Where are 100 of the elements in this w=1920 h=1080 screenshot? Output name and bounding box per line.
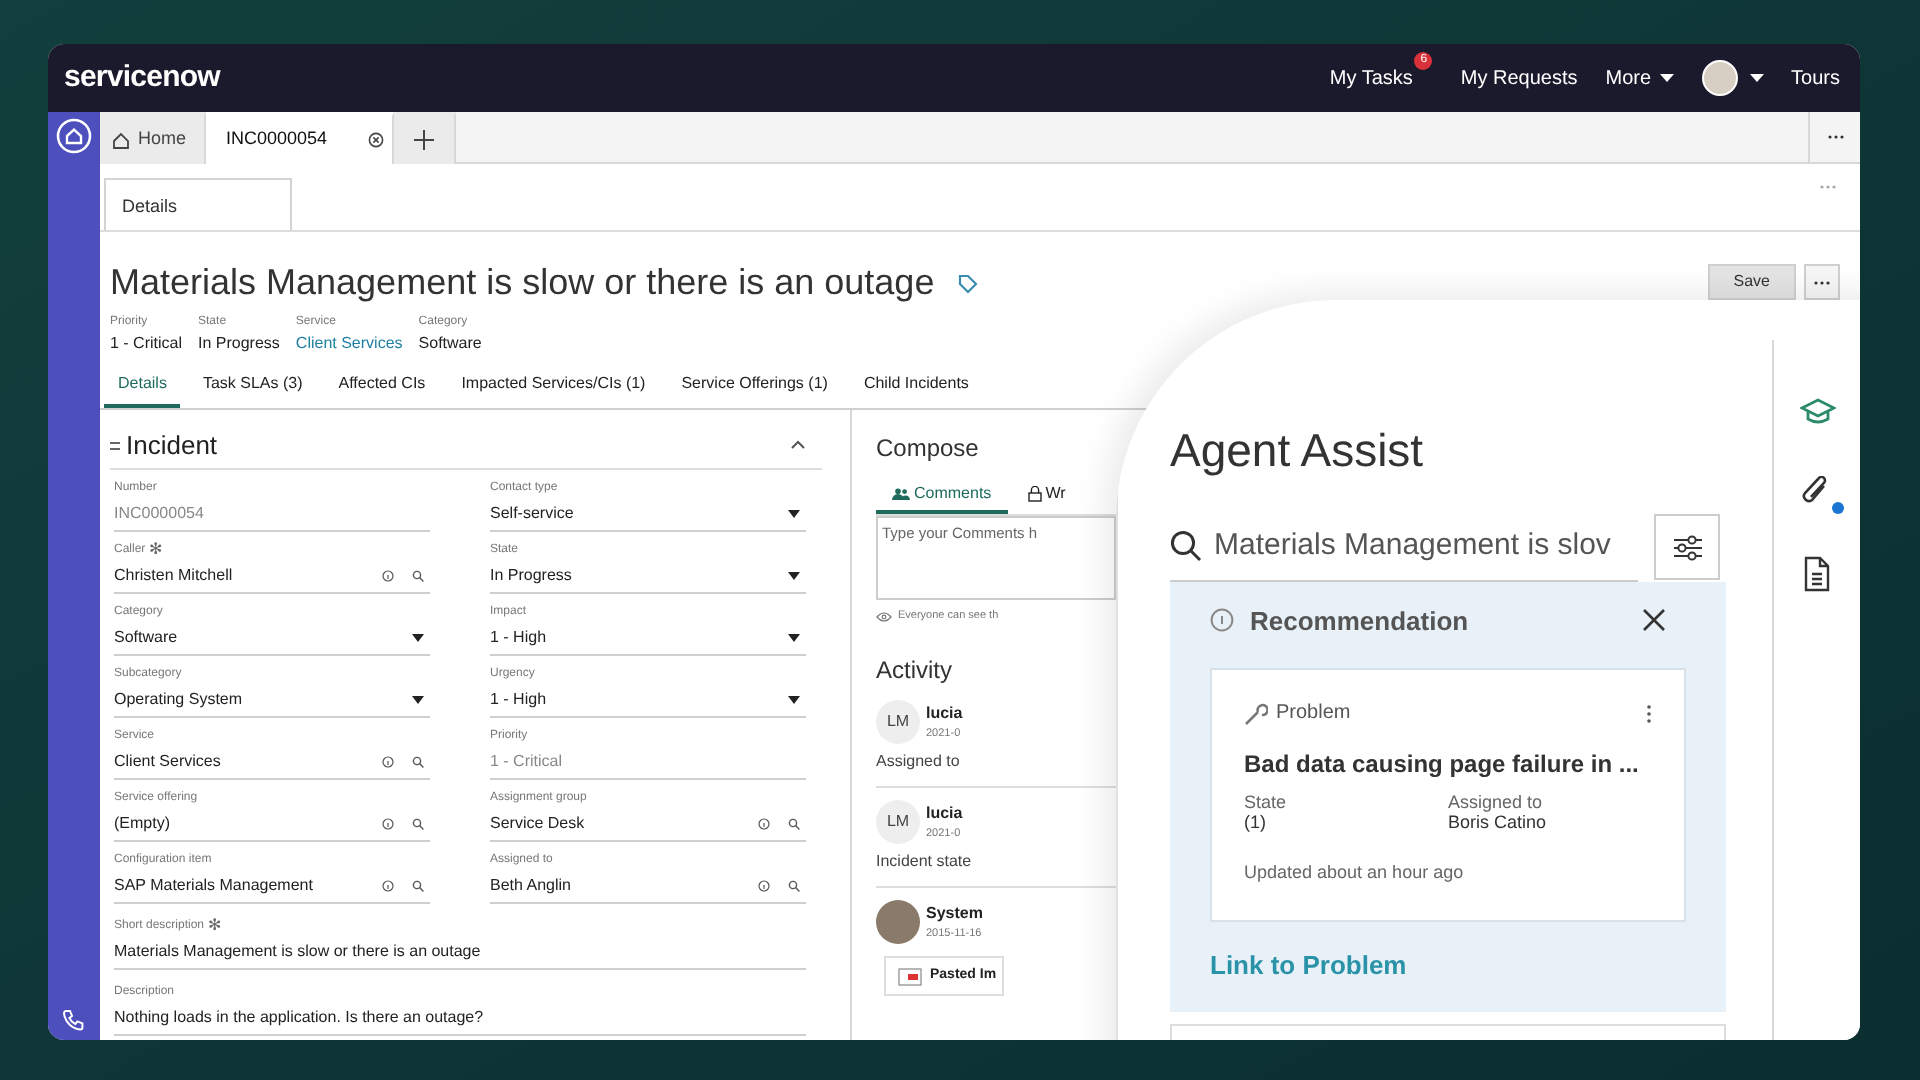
panel-title: Agent Assist bbox=[1170, 422, 1426, 480]
panel-title: Compose bbox=[876, 432, 981, 466]
input-field[interactable]: 1 - High bbox=[490, 621, 806, 655]
search-icon[interactable] bbox=[412, 569, 424, 581]
caret-icon bbox=[1659, 74, 1674, 82]
image-icon bbox=[898, 967, 922, 986]
nav-link[interactable]: My Requests bbox=[1460, 63, 1578, 93]
logo: servicenow bbox=[64, 57, 220, 98]
problem-card[interactable]: Problem Bad data causing page failure in ... State (1) Assigned to Boris Catino Updated about an hour ago bbox=[1210, 668, 1686, 921]
caret-icon[interactable] bbox=[1749, 74, 1764, 82]
record-tab[interactable]: Service Offerings (1) bbox=[667, 368, 842, 408]
panel-heading: Recommendation bbox=[1250, 603, 1471, 639]
info-icon[interactable] bbox=[382, 879, 394, 891]
input-field[interactable]: In Progress bbox=[490, 559, 806, 593]
info-icon[interactable] bbox=[758, 879, 770, 891]
input-field: INC0000054 bbox=[114, 497, 430, 531]
close-icon[interactable] bbox=[368, 132, 384, 148]
info-icon[interactable] bbox=[382, 569, 394, 581]
home-icon[interactable] bbox=[56, 118, 92, 154]
new-tab-button[interactable] bbox=[394, 112, 456, 164]
nav-link[interactable]: My Tasks bbox=[1329, 63, 1413, 93]
drag-handle-icon[interactable] bbox=[110, 441, 120, 450]
activity-text: Assigned to bbox=[876, 750, 962, 775]
input-field: 1 - Critical bbox=[490, 745, 806, 779]
avatar bbox=[876, 900, 920, 945]
more-icon bbox=[1827, 134, 1843, 140]
nav-link[interactable]: Tours bbox=[1791, 63, 1840, 93]
field-value: Software bbox=[418, 332, 482, 356]
more-icon bbox=[1814, 279, 1830, 285]
compose-tab[interactable]: Comments bbox=[876, 482, 1008, 514]
wrench-icon bbox=[1244, 701, 1268, 725]
record-tab[interactable]: Details bbox=[104, 368, 181, 408]
avatar[interactable] bbox=[1701, 60, 1738, 96]
home-icon bbox=[112, 131, 130, 149]
required-mark: ✻ bbox=[149, 538, 164, 562]
section-title: Incident bbox=[126, 428, 218, 464]
field-label: Assigned to bbox=[1448, 792, 1545, 812]
input-field[interactable]: Client Services bbox=[114, 745, 430, 779]
input-field[interactable]: Materials Management is slow or there is an outage bbox=[114, 935, 806, 969]
search-icon[interactable] bbox=[788, 879, 800, 891]
chevron-icon[interactable] bbox=[790, 440, 806, 451]
avatar: LM bbox=[876, 800, 920, 845]
tag-icon[interactable] bbox=[958, 273, 979, 293]
tab[interactable]: Home bbox=[100, 112, 206, 164]
compose-tab[interactable]: Wr bbox=[1007, 482, 1066, 514]
phone-icon[interactable] bbox=[62, 1008, 86, 1032]
input-field[interactable]: (Empty) bbox=[114, 807, 430, 841]
close-button[interactable] bbox=[1642, 608, 1666, 633]
input-field[interactable]: SAP Materials Management bbox=[114, 869, 430, 903]
document-icon[interactable] bbox=[1799, 556, 1835, 592]
caret-icon bbox=[788, 509, 800, 517]
author-name: System bbox=[926, 902, 983, 927]
record-type: Problem bbox=[1276, 700, 1353, 728]
lock-icon bbox=[1027, 486, 1042, 502]
info-icon bbox=[1210, 608, 1234, 633]
nav-link[interactable]: More bbox=[1605, 63, 1674, 93]
updated-text: Updated about an hour ago bbox=[1244, 860, 1466, 886]
avatar: LM bbox=[876, 700, 920, 745]
search-icon[interactable] bbox=[412, 879, 424, 891]
input-field[interactable]: 1 - High bbox=[490, 683, 806, 717]
plus-icon bbox=[414, 130, 434, 150]
required-mark: ✻ bbox=[208, 914, 223, 938]
caret-icon bbox=[788, 695, 800, 703]
search-icon[interactable] bbox=[412, 817, 424, 829]
input-field[interactable]: Software bbox=[114, 621, 430, 655]
people-icon bbox=[892, 488, 910, 500]
search-icon[interactable] bbox=[412, 755, 424, 767]
record-tab[interactable]: Task SLAs (3) bbox=[188, 368, 317, 408]
info-icon[interactable] bbox=[758, 817, 770, 829]
search-icon bbox=[1170, 530, 1202, 562]
info-icon[interactable] bbox=[382, 755, 394, 767]
field-value: 1 - Critical bbox=[110, 332, 183, 356]
input-field[interactable]: Self-service bbox=[490, 497, 806, 531]
author-name: lucia bbox=[926, 702, 963, 727]
details-tab[interactable]: Details bbox=[104, 178, 292, 230]
record-title: Materials Management is slow or there is an outage bbox=[110, 260, 935, 306]
tab[interactable]: INC0000054 bbox=[206, 112, 394, 164]
input-field[interactable]: Operating System bbox=[114, 683, 430, 717]
caret-icon bbox=[788, 571, 800, 579]
field-label: State bbox=[1244, 792, 1289, 812]
input-field[interactable]: Beth Anglin bbox=[490, 869, 806, 903]
input-field[interactable]: Nothing loads in the application. Is there an outage? bbox=[114, 1001, 806, 1035]
filter-button[interactable] bbox=[1654, 514, 1720, 580]
close-icon bbox=[1642, 608, 1666, 633]
input-field[interactable]: Service Desk bbox=[490, 807, 806, 841]
kebab-icon[interactable] bbox=[1646, 703, 1652, 723]
field-value: (1) bbox=[1244, 812, 1268, 832]
record-tab[interactable]: Child Incidents bbox=[849, 368, 983, 408]
activity-text: Incident state bbox=[876, 850, 974, 875]
input-field[interactable]: Christen Mitchell bbox=[114, 559, 430, 593]
search-icon[interactable] bbox=[788, 817, 800, 829]
caret-icon bbox=[788, 633, 800, 641]
eye-icon bbox=[876, 611, 892, 622]
field-value: Boris Catino bbox=[1448, 812, 1549, 832]
record-tab[interactable]: Affected CIs bbox=[324, 368, 440, 408]
author-name: lucia bbox=[926, 802, 963, 827]
save-button[interactable]: Save bbox=[1707, 264, 1796, 300]
record-tab[interactable]: Impacted Services/CIs (1) bbox=[447, 368, 660, 408]
info-icon[interactable] bbox=[382, 817, 394, 829]
service-link[interactable]: Client Services bbox=[295, 332, 403, 356]
